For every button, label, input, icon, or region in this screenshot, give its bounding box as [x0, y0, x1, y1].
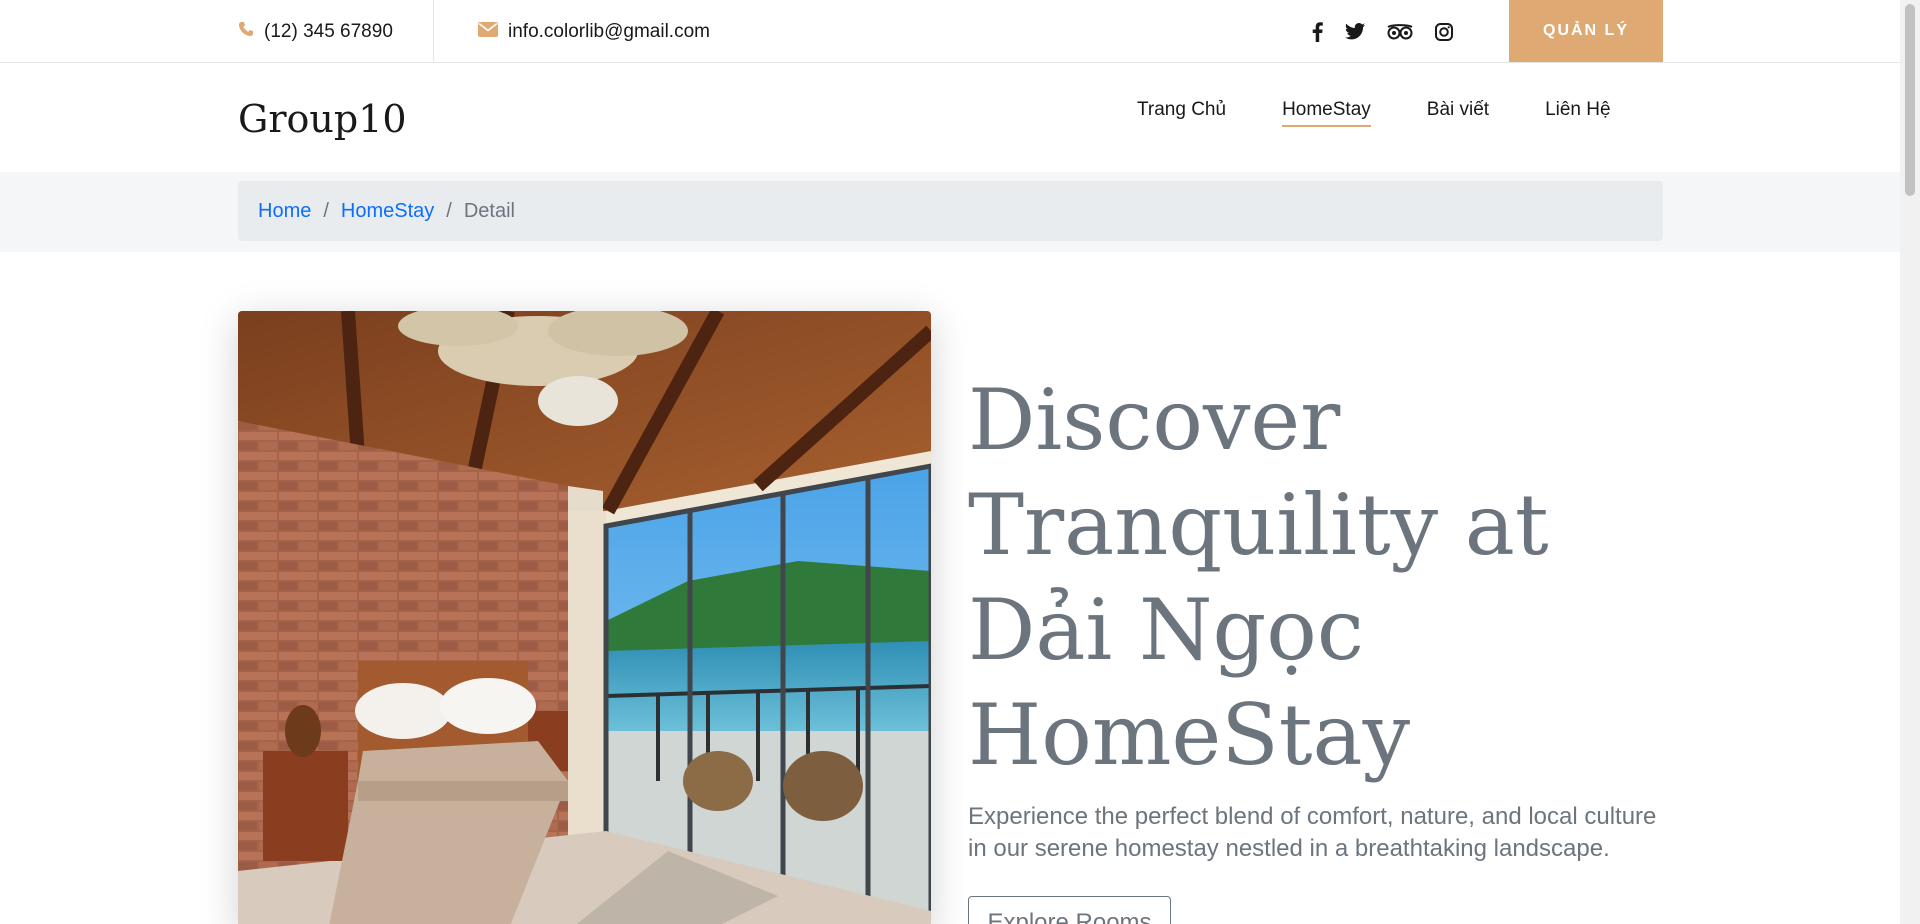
hero-title: Discover Tranquility at Dải Ngọc HomeSta…	[968, 371, 1549, 784]
email-contact[interactable]: info.colorlib@gmail.com	[478, 0, 710, 63]
social-links	[1312, 0, 1453, 63]
hero-description: Experience the perfect blend of comfort,…	[968, 803, 1657, 862]
topbar-divider	[433, 0, 434, 63]
tripadvisor-icon[interactable]	[1387, 20, 1413, 44]
nav-item-contact[interactable]: Liên Hệ	[1545, 99, 1611, 127]
breadcrumb-separator: /	[323, 199, 329, 222]
breadcrumb-homestay[interactable]: HomeStay	[341, 200, 434, 223]
nav-item-homestay[interactable]: HomeStay	[1282, 99, 1371, 127]
main-header: Group10 Trang Chủ HomeStay Bài viết Liên…	[0, 63, 1900, 172]
facebook-icon[interactable]	[1312, 20, 1323, 44]
breadcrumb-home[interactable]: Home	[258, 200, 311, 223]
nav-item-posts[interactable]: Bài viết	[1427, 99, 1489, 127]
envelope-icon	[478, 21, 498, 43]
top-info-bar: (12) 345 67890 info.colorlib@gmail.com Q…	[0, 0, 1900, 63]
scrollbar-thumb[interactable]	[1905, 4, 1915, 196]
twitter-icon[interactable]	[1345, 20, 1365, 44]
site-logo[interactable]: Group10	[238, 97, 407, 141]
phone-number: (12) 345 67890	[264, 20, 393, 42]
nav-item-home[interactable]: Trang Chủ	[1137, 99, 1226, 127]
breadcrumb-current: Detail	[463, 199, 515, 222]
main-nav: Trang Chủ HomeStay Bài viết Liên Hệ	[1137, 99, 1611, 127]
admin-button[interactable]: QUẢN LÝ	[1509, 0, 1663, 62]
phone-contact[interactable]: (12) 345 67890	[238, 0, 393, 63]
phone-icon	[238, 21, 254, 43]
homestay-room-image	[238, 311, 931, 924]
breadcrumb-separator: /	[446, 199, 452, 222]
email-address: info.colorlib@gmail.com	[508, 20, 710, 42]
explore-rooms-button[interactable]: Explore Rooms	[968, 896, 1171, 924]
breadcrumb: Home / HomeStay / Detail	[238, 181, 1663, 241]
page-scrollbar[interactable]	[1900, 0, 1920, 924]
breadcrumb-section: Home / HomeStay / Detail	[0, 172, 1900, 252]
instagram-icon[interactable]	[1435, 20, 1453, 44]
